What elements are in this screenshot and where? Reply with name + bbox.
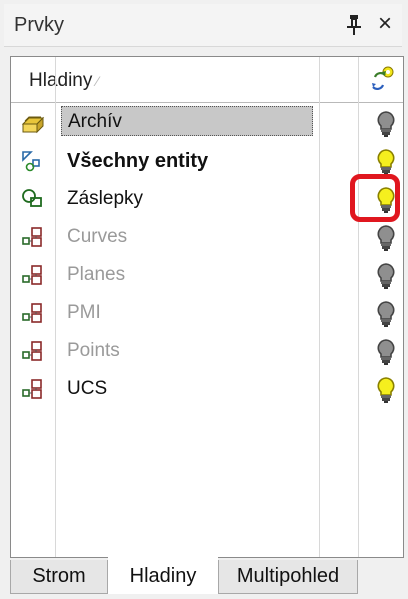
sort-indicator-icon: ⁄	[96, 73, 99, 89]
layer-name: Points	[67, 340, 120, 361]
panel-title: Prvky	[14, 14, 64, 36]
panel-tabs: Strom Hladiny Multipohled	[10, 556, 402, 594]
layer-name: Planes	[67, 264, 126, 285]
caps-layer-icon	[21, 188, 45, 210]
visibility-bulb-icon[interactable]	[375, 300, 397, 328]
layer-group-icon	[21, 340, 45, 362]
layer-row[interactable]: Záslepky	[11, 180, 403, 218]
layer-row[interactable]: PMI	[11, 294, 403, 332]
visibility-bulb-icon[interactable]	[375, 262, 397, 290]
elements-panel: Prvky × Hladiny ⁄ Archív Všechny entity …	[0, 0, 408, 599]
layer-name: Curves	[67, 226, 128, 247]
layer-group-icon	[21, 378, 45, 400]
highlight-annotation	[350, 174, 400, 222]
layer-name: UCS	[67, 378, 108, 399]
layer-row[interactable]: Points	[11, 332, 403, 370]
pin-icon[interactable]	[344, 13, 364, 37]
layer-row[interactable]: UCS	[11, 370, 403, 408]
visibility-bulb-icon[interactable]	[375, 110, 397, 138]
layer-group-icon	[21, 302, 45, 324]
tab-strom[interactable]: Strom	[10, 560, 108, 594]
grid-header: Hladiny ⁄	[11, 57, 403, 103]
folder-stack-icon	[21, 112, 45, 134]
layers-column-header[interactable]: Hladiny ⁄	[29, 70, 99, 92]
visibility-bulb-icon[interactable]	[375, 148, 397, 176]
layer-row[interactable]: Všechny entity	[11, 142, 403, 180]
all-entities-layer-icon	[21, 150, 45, 172]
layer-name: Všechny entity	[67, 150, 209, 172]
close-icon[interactable]: ×	[378, 10, 392, 38]
layer-row[interactable]: Archív	[11, 104, 403, 142]
panel-titlebar: Prvky ×	[4, 4, 402, 47]
layers-grid: Hladiny ⁄ Archív Všechny entity Záslepky Cur…	[10, 56, 404, 558]
layers-column-header-label: Hladiny	[29, 70, 93, 91]
layer-row[interactable]: Curves	[11, 218, 403, 256]
layer-group-icon	[21, 264, 45, 286]
layer-visibility-toggle-icon[interactable]	[369, 63, 397, 95]
visibility-bulb-icon[interactable]	[375, 338, 397, 366]
layer-name: Archív	[61, 106, 313, 136]
layer-row[interactable]: Planes	[11, 256, 403, 294]
tab-hladiny[interactable]: Hladiny	[108, 556, 218, 594]
layer-name: Záslepky	[67, 188, 144, 209]
layer-group-icon	[21, 226, 45, 248]
tab-multipohled[interactable]: Multipohled	[218, 560, 358, 594]
visibility-bulb-icon[interactable]	[375, 224, 397, 252]
layer-name: PMI	[67, 302, 101, 323]
visibility-bulb-icon[interactable]	[375, 376, 397, 404]
